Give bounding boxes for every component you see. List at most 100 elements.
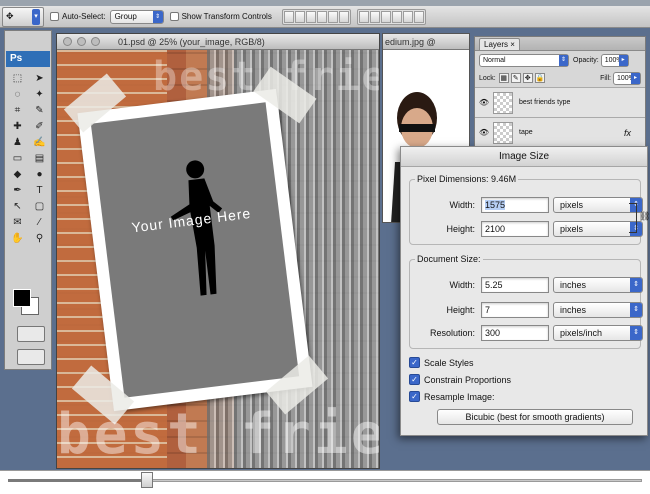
layers-panel: Layers × Normal ⇕ Opacity: 100% ▸ Lock: …: [474, 36, 646, 152]
align-hcenter-button[interactable]: [327, 10, 338, 23]
healing-brush-tool-icon[interactable]: ✚: [7, 119, 28, 134]
zoom-window-button[interactable]: [91, 37, 100, 46]
eraser-tool-icon[interactable]: ▭: [7, 151, 28, 166]
tab-layers[interactable]: Layers ×: [479, 38, 520, 50]
align-vcenter-button[interactable]: [294, 10, 305, 23]
show-transform-checkbox[interactable]: [169, 12, 179, 21]
blend-mode-dropdown[interactable]: Normal ⇕: [479, 53, 569, 67]
playback-scrubber[interactable]: [141, 472, 153, 488]
brush-tool-icon[interactable]: ✐: [29, 119, 50, 134]
align-top-button[interactable]: [283, 10, 294, 23]
align-buttons: [281, 8, 351, 25]
doc-height-label: Height:: [446, 305, 475, 315]
eye-icon[interactable]: 👁: [475, 98, 493, 107]
pixel-height-input[interactable]: 2100: [481, 221, 549, 237]
path-selection-tool-icon[interactable]: ↖: [7, 199, 28, 214]
document-titlebar: 01.psd @ 25% (your_image, RGB/8): [57, 34, 379, 50]
magic-wand-tool-icon[interactable]: ✦: [29, 87, 50, 102]
align-left-button[interactable]: [316, 10, 327, 23]
chevron-updown-icon: ⇕: [152, 10, 163, 23]
photo-frame: Your Image Here: [77, 88, 313, 412]
hand-tool-icon[interactable]: ✋: [7, 231, 28, 246]
distribute-vcenter-button[interactable]: [369, 10, 380, 23]
doc-height-unit: inches: [560, 305, 587, 315]
pixel-width-input[interactable]: 1575: [481, 197, 549, 213]
doc-height-input[interactable]: 7: [481, 302, 549, 318]
foreground-color-swatch[interactable]: [13, 289, 31, 307]
dodge-tool-icon[interactable]: ●: [29, 167, 50, 182]
doc-width-label: Width:: [449, 280, 475, 290]
marquee-tool-icon[interactable]: ⬚: [7, 71, 28, 86]
doc-height-row: Height: 7: [401, 302, 549, 318]
photo-placeholder: Your Image Here: [90, 102, 300, 398]
constrain-proportions-checkbox[interactable]: ✓ Constrain Proportions: [409, 374, 511, 385]
lock-pixels-icon[interactable]: ✎: [510, 73, 521, 83]
layer-name: best friends type: [519, 99, 571, 106]
document-canvas[interactable]: best friends Your Image Here best friend…: [57, 50, 379, 468]
doc-width-unit: inches: [560, 280, 587, 290]
distribute-bottom-button[interactable]: [380, 10, 391, 23]
chevron-updown-icon: ⇕: [559, 54, 568, 66]
align-right-button[interactable]: [338, 10, 349, 23]
close-icon[interactable]: ×: [510, 40, 515, 49]
layer-effects-icon[interactable]: fx: [624, 128, 631, 138]
checkmark-icon: ✓: [409, 357, 420, 368]
resolution-label: Resolution:: [429, 328, 475, 338]
blend-mode-value: Normal: [483, 56, 506, 64]
layer-row[interactable]: 👁 tape fx: [475, 117, 645, 147]
playback-bar: [0, 470, 650, 494]
opacity-label: Opacity:: [573, 56, 599, 64]
fill-field[interactable]: 100% ▸: [613, 71, 641, 85]
blur-tool-icon[interactable]: ◆: [7, 167, 28, 182]
pixel-width-row: Width: 1575: [401, 197, 549, 213]
move-tool-icon[interactable]: ➤: [29, 71, 50, 86]
lock-position-icon[interactable]: ✥: [522, 73, 533, 83]
screen-mode-button[interactable]: [17, 349, 45, 365]
chevron-updown-icon: ⇕: [630, 278, 642, 292]
scale-styles-checkbox[interactable]: ✓ Scale Styles: [409, 357, 474, 368]
eye-icon[interactable]: 👁: [475, 128, 493, 137]
doc-width-input[interactable]: 5.25: [481, 277, 549, 293]
history-brush-tool-icon[interactable]: ✍: [29, 135, 50, 150]
gradient-tool-icon[interactable]: ▤: [29, 151, 50, 166]
layer-row[interactable]: 👁 best friends type: [475, 87, 645, 117]
constrain-bracket: [629, 203, 637, 233]
distribute-left-button[interactable]: [391, 10, 402, 23]
lock-transparency-icon[interactable]: ▦: [498, 73, 509, 83]
distribute-right-button[interactable]: [413, 10, 424, 23]
resolution-input[interactable]: 300: [481, 325, 549, 341]
doc-height-value: 7: [485, 305, 491, 315]
minimize-window-button[interactable]: [77, 37, 86, 46]
pixel-width-value: 1575: [485, 200, 506, 210]
tool-preset-picker[interactable]: ✥ ▾: [2, 6, 44, 27]
auto-select-label: Auto-Select:: [62, 12, 106, 21]
zoom-tool-icon[interactable]: ⚲: [29, 231, 50, 246]
doc-height-unit-dropdown[interactable]: inches ⇕: [553, 302, 643, 318]
close-window-button[interactable]: [63, 37, 72, 46]
slice-tool-icon[interactable]: ✎: [29, 103, 50, 118]
crop-tool-icon[interactable]: ⌗: [7, 103, 28, 118]
clone-stamp-tool-icon[interactable]: ♟: [7, 135, 28, 150]
align-bottom-button[interactable]: [305, 10, 316, 23]
resample-method-dropdown[interactable]: Bicubic (best for smooth gradients): [437, 409, 633, 425]
auto-select-dropdown[interactable]: Group ⇕: [109, 9, 164, 24]
auto-select-checkbox[interactable]: [50, 12, 59, 21]
pixel-height-unit: pixels: [560, 224, 584, 234]
opacity-field[interactable]: 100% ▸: [600, 53, 629, 67]
pen-tool-icon[interactable]: ✒: [7, 183, 28, 198]
shape-tool-icon[interactable]: ▢: [29, 199, 50, 214]
distribute-hcenter-button[interactable]: [402, 10, 413, 23]
type-tool-icon[interactable]: T: [29, 183, 50, 198]
doc-width-unit-dropdown[interactable]: inches ⇕: [553, 277, 643, 293]
resample-image-checkbox[interactable]: ✓ Resample Image:: [409, 391, 495, 402]
lock-all-icon[interactable]: 🔒: [534, 73, 545, 83]
eyedropper-tool-icon[interactable]: ⁄: [29, 215, 50, 230]
headline-bottom: best friends: [57, 402, 379, 467]
distribute-top-button[interactable]: [358, 10, 369, 23]
doc-width-row: Width: 5.25: [401, 277, 549, 293]
resolution-unit-dropdown[interactable]: pixels/inch ⇕: [553, 325, 643, 341]
doc-width-value: 5.25: [485, 280, 503, 290]
notes-tool-icon[interactable]: ✉: [7, 215, 28, 230]
lasso-tool-icon[interactable]: ◌: [7, 87, 28, 102]
quick-mask-button[interactable]: [17, 326, 45, 342]
